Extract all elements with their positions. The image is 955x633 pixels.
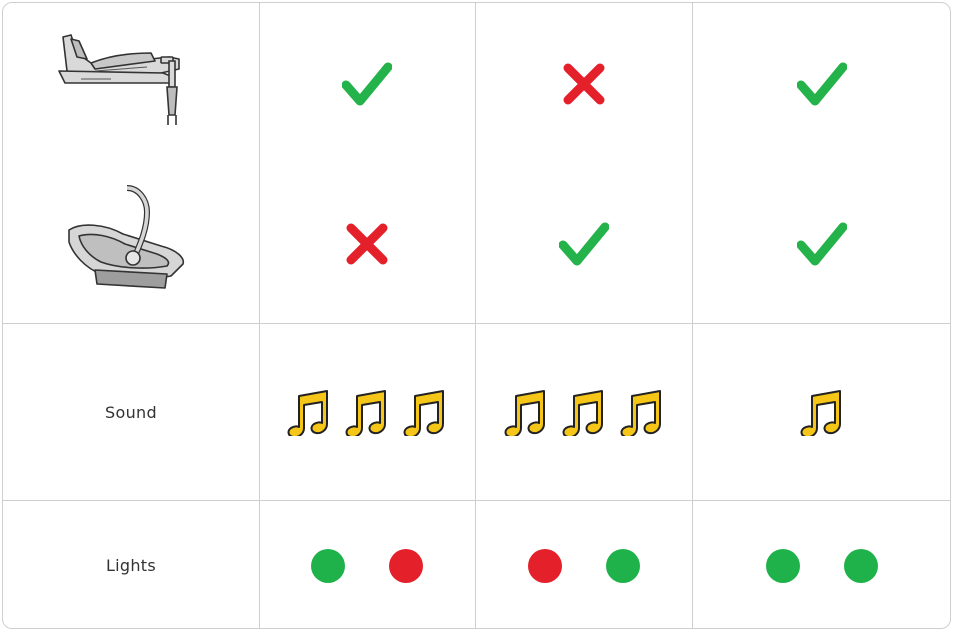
lights-col1 [259, 501, 475, 628]
sound-level [800, 388, 844, 436]
music-note-icon [345, 390, 386, 436]
green-light [311, 548, 345, 583]
sound-label-cell: Sound [3, 324, 259, 500]
lights-label-cell: Lights [3, 501, 259, 628]
cross-icon [563, 63, 604, 105]
music-note-icon [620, 390, 661, 436]
music-note-icon [504, 390, 545, 436]
lights-label: Lights [105, 556, 157, 575]
base-col1-mark [259, 3, 475, 165]
base-col2-mark [475, 3, 692, 165]
lights-pair [766, 548, 878, 583]
seat-col1-mark [259, 165, 475, 323]
music-note-icon [562, 390, 603, 436]
sound-label: Sound [105, 402, 157, 422]
green-light [766, 548, 800, 583]
sound-col2 [475, 324, 692, 500]
lights-col2 [475, 501, 692, 628]
red-light [527, 548, 562, 583]
red-light [389, 548, 423, 583]
check-icon [342, 62, 392, 106]
sound-col1 [259, 324, 475, 500]
isofix-base-icon [58, 34, 180, 125]
lights-pair [527, 548, 640, 583]
green-light [844, 548, 878, 583]
base-col3-mark [692, 3, 950, 165]
comparison-table: Sound Lights [2, 2, 951, 629]
green-light [605, 548, 640, 583]
check-icon [797, 62, 847, 106]
music-note-icon [287, 390, 328, 436]
lights-pair [311, 548, 423, 583]
cross-icon [346, 223, 388, 265]
seat-col3-mark [692, 165, 950, 323]
seat-col2-mark [475, 165, 692, 323]
sound-col3 [692, 324, 950, 500]
infant-car-seat-icon [68, 185, 185, 289]
sound-level [287, 388, 447, 436]
music-note-icon [403, 390, 444, 436]
lights-col3 [692, 501, 950, 628]
check-icon [558, 222, 609, 266]
check-icon [797, 222, 847, 266]
infant-seat-cell [3, 165, 259, 323]
sound-level [504, 388, 664, 436]
isofix-base-cell [3, 3, 259, 165]
music-note-icon [800, 390, 841, 436]
